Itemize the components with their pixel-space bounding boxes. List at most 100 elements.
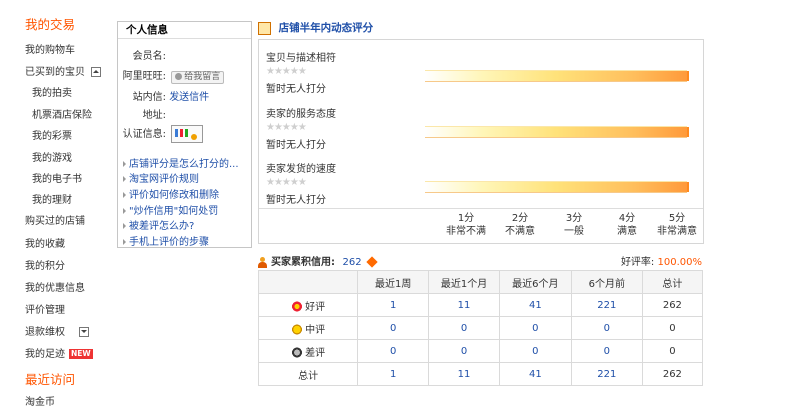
cert-row: 认证信息: (118, 125, 204, 143)
nav-item-footprint[interactable]: 我的足迹 NEW (25, 345, 93, 360)
expand-icon[interactable] (79, 327, 89, 337)
rating-status-service: 暂时无人打分 (266, 140, 326, 151)
scale-4-score: 4分 (618, 213, 636, 224)
certification-icon[interactable] (171, 125, 204, 143)
nav-item-favorites[interactable]: 我的收藏 (25, 235, 65, 250)
member-label: 会员名: (132, 51, 166, 62)
bad-face-icon (291, 347, 304, 358)
diamond-icon (365, 256, 378, 268)
credit-header-row: 最近1周 最近1个月 最近6个月 6个月前 总计 (257, 270, 704, 294)
row-label-bad: 差评 (257, 339, 359, 363)
calendar-icon (258, 21, 271, 35)
header-week: 最近1周 (357, 270, 430, 294)
scale-3-desc: 一般 (564, 226, 584, 237)
message-row: 站内信: 发送信件 (118, 88, 210, 103)
nav-item-bought[interactable]: 已买到的宝贝 (25, 63, 101, 78)
cell-value: 0 (641, 339, 704, 363)
rating-bar-description (425, 70, 689, 82)
cell-value: 262 (641, 362, 704, 386)
nav-section-recent: 最近访问 (25, 372, 76, 387)
help-link-rules[interactable]: 淘宝网评价规则 (123, 170, 199, 185)
header-6months: 最近6个月 (498, 270, 572, 294)
wangwang-row: 阿里旺旺: 给我留言 (118, 67, 225, 84)
wangwang-icon (175, 73, 183, 80)
help-link-bad-review[interactable]: 被差评怎么办? (123, 217, 194, 232)
cell-value[interactable]: 221 (570, 293, 643, 317)
leave-message-label: 给我留言 (184, 72, 221, 82)
header-month: 最近1个月 (428, 270, 500, 294)
cell-value[interactable]: 0 (498, 316, 572, 340)
cell-value[interactable]: 0 (428, 339, 500, 363)
good-face-icon (291, 301, 304, 312)
nav-item-auction[interactable]: 我的拍卖 (32, 84, 72, 99)
address-row: 地址: (118, 106, 166, 121)
nav-item-refund[interactable]: 退款维权 (25, 323, 89, 338)
table-row: 总计 1 11 41 221 262 (257, 362, 704, 386)
cell-value[interactable]: 11 (428, 293, 500, 317)
cell-value[interactable]: 41 (498, 362, 572, 386)
cell-value[interactable]: 41 (498, 293, 572, 317)
nav-item-lottery[interactable]: 我的彩票 (32, 127, 72, 142)
nav-item-cart[interactable]: 我的购物车 (25, 41, 75, 56)
wangwang-label: 阿里旺旺: (122, 71, 166, 82)
help-link-edit[interactable]: 评价如何修改和删除 (123, 186, 219, 201)
leave-message-button[interactable]: 给我留言 (171, 71, 225, 84)
nav-item-coupons[interactable]: 我的优惠信息 (25, 279, 85, 294)
row-label-neutral-text: 中评 (305, 324, 326, 336)
cell-value: 0 (641, 316, 704, 340)
send-message-link[interactable]: 发送信件 (169, 92, 209, 103)
scale-2: 2分 不满意 (495, 212, 545, 238)
message-label: 站内信: (132, 92, 166, 103)
scale-3: 3分一般 (549, 212, 599, 238)
cell-value[interactable]: 221 (570, 362, 643, 386)
row-label-bad-text: 差评 (305, 347, 326, 359)
rating-stars-service: ★★★★★ (266, 122, 307, 133)
help-link-mobile[interactable]: 手机上评价的步骤 (123, 233, 209, 248)
collapse-icon[interactable] (91, 67, 101, 77)
cell-value[interactable]: 0 (498, 339, 572, 363)
nav-section-my-trades: 我的交易 (25, 17, 76, 32)
rating-status-description: 暂时无人打分 (266, 84, 326, 95)
nav-item-taojinbi[interactable]: 淘金币 (25, 393, 55, 408)
scale-4: 4分满意 (602, 212, 652, 238)
scale-1-desc: 非常不满 (446, 226, 486, 237)
rating-stars-shipping: ★★★★★ (266, 177, 307, 188)
row-label-total: 总计 (257, 362, 359, 386)
cell-value[interactable]: 1 (357, 362, 430, 386)
address-label: 地址: (142, 110, 166, 121)
nav-item-finance[interactable]: 我的理财 (32, 191, 72, 206)
nav-item-reviews[interactable]: 评价管理 (25, 301, 65, 316)
rating-label-description: 宝贝与描述相符 (266, 53, 336, 64)
row-label-good-text: 好评 (305, 301, 326, 313)
cell-value[interactable]: 0 (570, 339, 643, 363)
cell-value[interactable]: 0 (357, 316, 430, 340)
rating-label-service: 卖家的服务态度 (266, 109, 336, 120)
help-link-penalty[interactable]: "炒作信用"如何处罚 (123, 202, 218, 217)
nav-item-refund-label: 退款维权 (25, 327, 65, 338)
cell-value[interactable]: 0 (428, 316, 500, 340)
neutral-face-icon (291, 324, 304, 335)
cell-value[interactable]: 11 (428, 362, 500, 386)
nav-item-shops[interactable]: 购买过的店铺 (25, 212, 85, 227)
nav-item-points[interactable]: 我的积分 (25, 257, 65, 272)
scale-4-desc: 满意 (617, 226, 637, 237)
shop-rating-title-text: 店铺半年内动态评分 (278, 22, 374, 34)
credit-table: 最近1周 最近1个月 最近6个月 6个月前 总计 好评 1 11 41 221 … (257, 270, 704, 386)
member-row: 会员名: (118, 47, 166, 62)
row-label-good: 好评 (257, 293, 359, 317)
nav-item-travel[interactable]: 机票酒店保险 (32, 106, 92, 121)
scale-5: 5分 非常满意 (652, 212, 702, 238)
nav-item-ebooks[interactable]: 我的电子书 (32, 170, 82, 185)
cell-value[interactable]: 0 (357, 339, 430, 363)
cell-value[interactable]: 1 (357, 293, 430, 317)
positive-rate: 好评率: 100.00% (621, 253, 702, 268)
positive-rate-value: 100.00% (657, 257, 703, 268)
scale-2-score: 2分 (511, 213, 529, 224)
scale-3-score: 3分 (565, 213, 583, 224)
nav-item-games[interactable]: 我的游戏 (32, 149, 72, 164)
cell-value[interactable]: 0 (570, 316, 643, 340)
cell-value: 262 (641, 293, 704, 317)
nav-item-footprint-label: 我的足迹 (25, 349, 65, 360)
help-link-rating[interactable]: 店铺评分是怎么打分的... (123, 155, 239, 170)
buyer-credit-label: 买家累积信用: (271, 257, 335, 268)
